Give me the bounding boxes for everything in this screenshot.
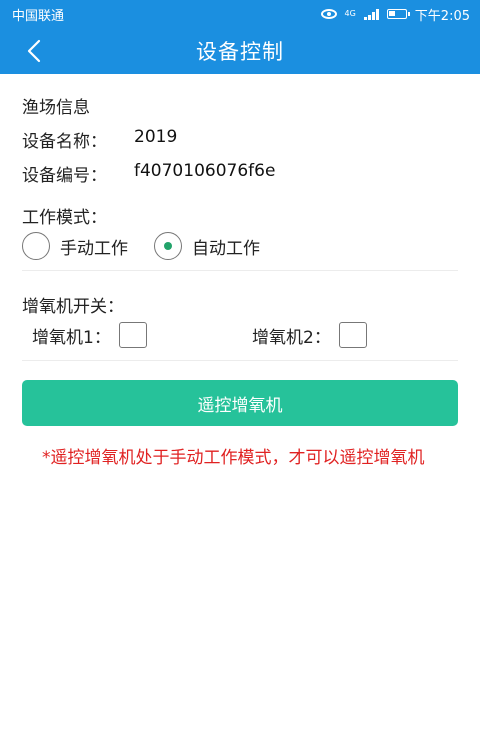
aerator-1-label: 增氧机1： bbox=[32, 327, 111, 348]
eye-icon bbox=[320, 9, 337, 19]
divider bbox=[22, 270, 458, 271]
work-mode-radio-group: 手动工作 自动工作 bbox=[22, 232, 286, 260]
radio-selected-dot bbox=[164, 242, 172, 250]
aerator-2-checkbox[interactable] bbox=[338, 322, 367, 348]
status-bar: 中国联通 4G 下午2:05 bbox=[0, 0, 480, 28]
device-id-value: f4070106076f6e bbox=[134, 161, 276, 181]
device-name-value: 2019 bbox=[134, 127, 178, 147]
device-id-row: 设备编号： f4070106076f6e bbox=[22, 161, 275, 186]
radio-auto-mode[interactable]: 自动工作 bbox=[154, 232, 260, 260]
carrier-label: 中国联通 bbox=[12, 8, 65, 24]
aerator-2-switch: 增氧机2： bbox=[252, 322, 367, 348]
remote-aerator-button[interactable]: 遥控增氧机 bbox=[22, 380, 458, 426]
radio-label-auto: 自动工作 bbox=[192, 238, 260, 259]
aerator-1-switch: 增氧机1： bbox=[32, 322, 252, 348]
fishery-info-title: 渔场信息 bbox=[22, 98, 90, 118]
back-icon[interactable] bbox=[22, 38, 48, 64]
radio-manual-mode[interactable]: 手动工作 bbox=[22, 232, 128, 260]
device-name-label: 设备名称： bbox=[22, 132, 107, 152]
network-type-label: 4G bbox=[344, 9, 356, 18]
status-time: 下午2:05 bbox=[414, 8, 470, 24]
aerator-switch-title: 增氧机开关： bbox=[22, 297, 124, 317]
battery-icon bbox=[386, 9, 410, 19]
signal-icon bbox=[363, 8, 379, 20]
manual-mode-notice: *遥控增氧机处于手动工作模式，才可以遥控增氧机 bbox=[42, 448, 425, 468]
radio-label-manual: 手动工作 bbox=[60, 238, 128, 259]
aerator-2-label: 增氧机2： bbox=[252, 327, 331, 348]
aerator-switch-row: 增氧机1： 增氧机2： bbox=[32, 322, 367, 348]
divider bbox=[22, 360, 458, 361]
page-title: 设备控制 bbox=[196, 40, 284, 64]
device-id-label: 设备编号： bbox=[22, 166, 107, 186]
device-name-row: 设备名称： 2019 bbox=[22, 127, 177, 152]
aerator-1-checkbox[interactable] bbox=[118, 322, 147, 348]
radio-circle-auto[interactable] bbox=[154, 232, 182, 260]
app-header: 设备控制 bbox=[0, 28, 480, 74]
work-mode-title: 工作模式： bbox=[22, 208, 107, 228]
status-icons: 4G 下午2:05 bbox=[320, 5, 470, 24]
radio-circle-manual[interactable] bbox=[22, 232, 50, 260]
